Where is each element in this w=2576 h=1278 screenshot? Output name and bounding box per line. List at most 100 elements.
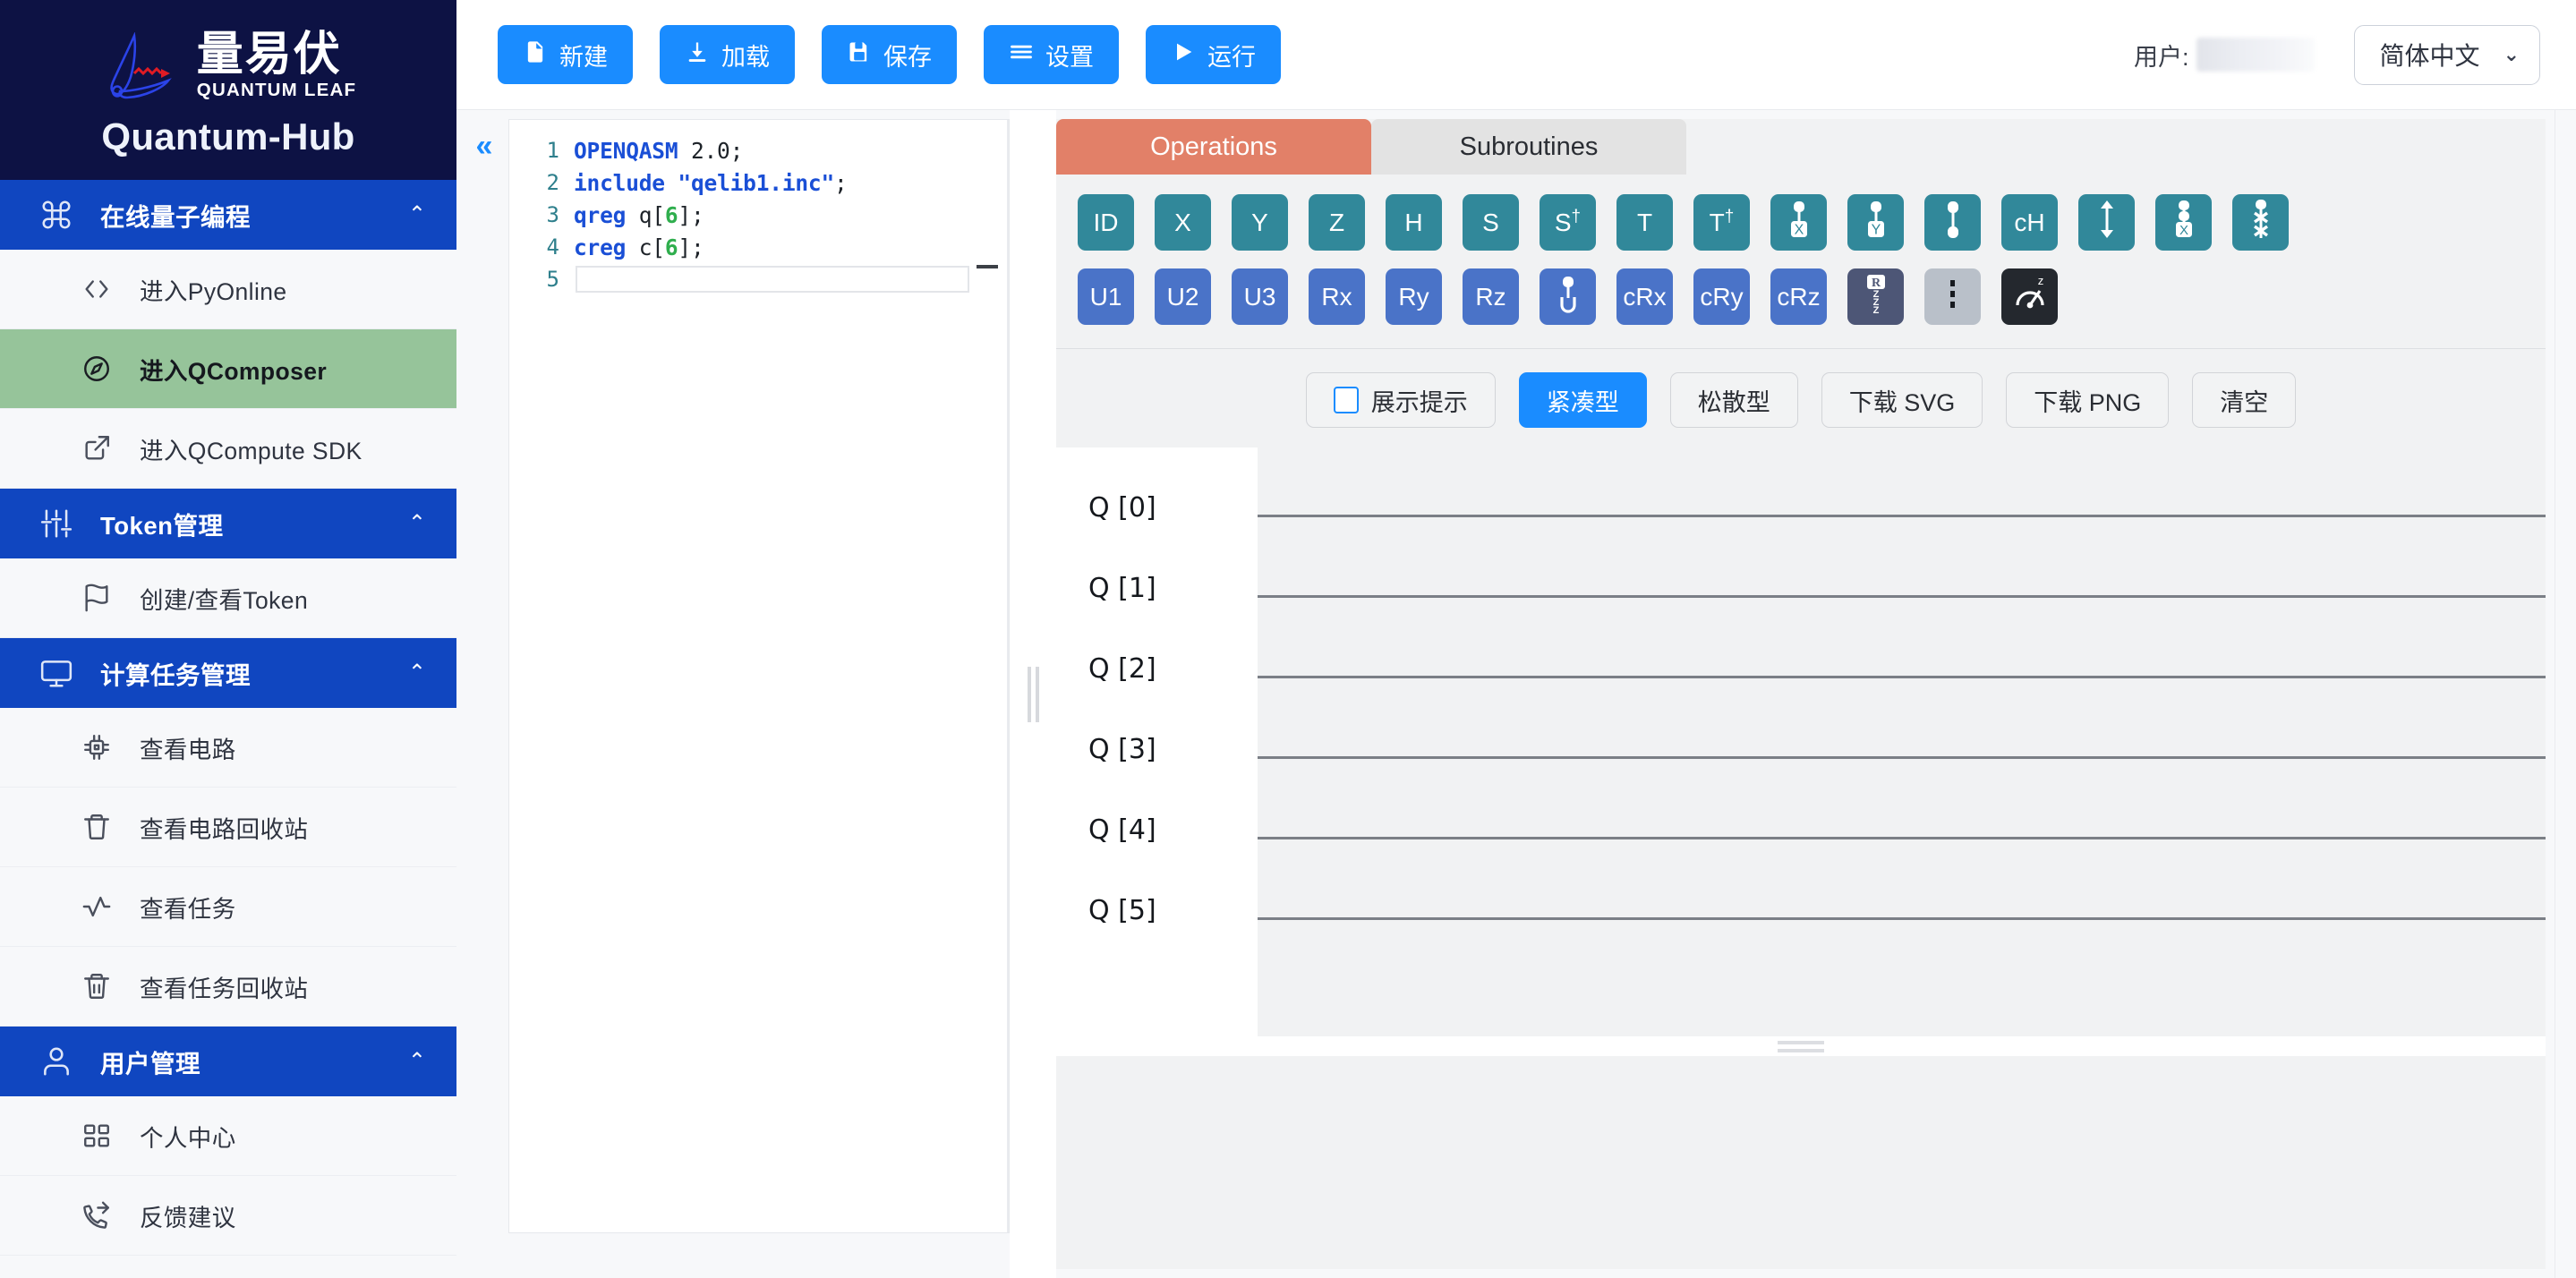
option-button-下载-SVG[interactable]: 下载 SVG bbox=[1821, 372, 1983, 428]
trash-bin-icon bbox=[79, 968, 115, 1004]
gate-ID[interactable]: ID bbox=[1078, 194, 1134, 251]
gate-Ry[interactable]: Ry bbox=[1386, 268, 1442, 325]
gate-H[interactable]: H bbox=[1386, 194, 1442, 251]
gate-barrier-icon[interactable] bbox=[1924, 268, 1981, 325]
gate-cu-icon[interactable] bbox=[1540, 268, 1596, 325]
sidebar-item-进入QCompute SDK[interactable]: 进入QCompute SDK bbox=[0, 409, 456, 489]
command-icon bbox=[39, 198, 81, 232]
code-line[interactable]: 1 OPENQASM 2.0; bbox=[509, 134, 1009, 166]
qubit-wire[interactable] bbox=[1258, 709, 2546, 789]
language-select[interactable]: 简体中文 ⌄ bbox=[2353, 24, 2540, 85]
sidebar-item-查看任务[interactable]: 查看任务 bbox=[0, 867, 456, 947]
gate-label: cH bbox=[2014, 208, 2045, 236]
horizontal-splitter[interactable] bbox=[1056, 1036, 2546, 1056]
gate-Z[interactable]: Z bbox=[1309, 194, 1365, 251]
qubit-wire[interactable] bbox=[1258, 467, 2546, 548]
gate-Rz[interactable]: Rz bbox=[1463, 268, 1519, 325]
sidebar-item-反馈建议[interactable]: 反馈建议 bbox=[0, 1176, 456, 1256]
sidebar-group-2[interactable]: 计算任务管理 ⌃ bbox=[0, 638, 456, 708]
svg-text:Y: Y bbox=[1871, 223, 1881, 238]
sidebar-group-0[interactable]: 在线量子编程 ⌃ bbox=[0, 180, 456, 250]
option-button-清空[interactable]: 清空 bbox=[2192, 372, 2297, 428]
qubit-wires[interactable] bbox=[1258, 447, 2546, 1036]
code-lines[interactable]: 1 OPENQASM 2.0; 2 include "qelib1.inc"; 3 qre… bbox=[509, 120, 1009, 295]
toolbar-button-加载[interactable]: 加载 bbox=[660, 25, 795, 84]
active-code-line[interactable] bbox=[576, 266, 969, 293]
sidebar-item-个人中心[interactable]: 个人中心 bbox=[0, 1096, 456, 1176]
sidebar-group-label: 计算任务管理 bbox=[100, 661, 251, 689]
sidebar-item-查看电路回收站[interactable]: 查看电路回收站 bbox=[0, 788, 456, 867]
code-line[interactable]: 2 include "qelib1.inc"; bbox=[509, 166, 1009, 199]
gate-T[interactable]: T bbox=[1616, 194, 1673, 251]
option-button-松散型[interactable]: 松散型 bbox=[1669, 372, 1798, 428]
vertical-splitter[interactable] bbox=[1010, 110, 1056, 1278]
sidebar-item-创建/查看Token[interactable]: 创建/查看Token bbox=[0, 558, 456, 638]
line-number: 2 bbox=[546, 170, 559, 195]
gate-toffoli-icon[interactable]: X bbox=[2155, 194, 2212, 251]
toolbar-button-运行[interactable]: 运行 bbox=[1146, 25, 1281, 84]
gate-cz-icon[interactable] bbox=[1924, 194, 1981, 251]
option-button-label: 下载 SVG bbox=[1848, 388, 1956, 416]
editor-scrollbar[interactable] bbox=[1007, 120, 1009, 1232]
option-button-label: 下载 PNG bbox=[2034, 388, 2142, 416]
cu-icon bbox=[1548, 273, 1588, 320]
tab-operations[interactable]: Operations bbox=[1056, 119, 1371, 175]
code-line[interactable]: 5 bbox=[509, 263, 1009, 295]
splitter-grip bbox=[1027, 666, 1039, 722]
option-button-紧凑型[interactable]: 紧凑型 bbox=[1518, 372, 1647, 428]
measure-z-icon: z bbox=[2010, 273, 2050, 320]
gate-Y[interactable]: Y bbox=[1232, 194, 1288, 251]
sidebar-group-label: 在线量子编程 bbox=[100, 203, 251, 231]
toolbar-button-新建[interactable]: 新建 bbox=[498, 25, 633, 84]
chevrons-left-icon[interactable]: « bbox=[476, 131, 493, 1278]
top-toolbar: 新建 加载 保存 设置 运行 用户: 简体中文 ⌄ bbox=[456, 0, 2576, 110]
gate-cnot-y-icon[interactable]: Y bbox=[1847, 194, 1904, 251]
code-line[interactable]: 3 qreg q[6]; bbox=[509, 199, 1009, 231]
gate-S[interactable]: S bbox=[1463, 194, 1519, 251]
sidebar-item-查看电路[interactable]: 查看电路 bbox=[0, 708, 456, 788]
gate-swap-icon[interactable] bbox=[2078, 194, 2135, 251]
qubit-wire[interactable] bbox=[1258, 789, 2546, 870]
sidebar-item-进入PyOnline[interactable]: 进入PyOnline bbox=[0, 250, 456, 329]
gate-cRz[interactable]: cRz bbox=[1770, 268, 1827, 325]
gate-T-dagger[interactable]: T† bbox=[1693, 194, 1750, 251]
toolbar-button-设置[interactable]: 设置 bbox=[984, 25, 1119, 84]
gate-Rx[interactable]: Rx bbox=[1309, 268, 1365, 325]
code-line[interactable]: 4 creg c[6]; bbox=[509, 231, 1009, 263]
chip-icon bbox=[79, 729, 115, 765]
gate-U2[interactable]: U2 bbox=[1155, 268, 1211, 325]
gate-rzz-icon[interactable]: RZZZ bbox=[1847, 268, 1904, 325]
sidebar-item-label: 查看电路 bbox=[140, 736, 236, 763]
gate-U1[interactable]: U1 bbox=[1078, 268, 1134, 325]
option-button-展示提示[interactable]: 展示提示 bbox=[1305, 372, 1496, 428]
svg-text:Z: Z bbox=[1872, 305, 1879, 314]
gate-U3[interactable]: U3 bbox=[1232, 268, 1288, 325]
gate-cRx[interactable]: cRx bbox=[1616, 268, 1673, 325]
gate-cnot-x-icon[interactable]: X bbox=[1770, 194, 1827, 251]
gate-measure-z-icon[interactable]: z bbox=[2001, 268, 2058, 325]
gate-cH[interactable]: cH bbox=[2001, 194, 2058, 251]
user-label: 用户: bbox=[2134, 43, 2189, 71]
sidebar-group-1[interactable]: Token管理 ⌃ bbox=[0, 489, 456, 558]
gate-X[interactable]: X bbox=[1155, 194, 1211, 251]
sidebar-group-3[interactable]: 用户管理 ⌃ bbox=[0, 1027, 456, 1096]
main-area: 新建 加载 保存 设置 运行 用户: 简体中文 ⌄ « 1 OPENQASM 2.0; 2 i… bbox=[456, 0, 2576, 1278]
circuit-canvas[interactable]: Q [0] Q [1] Q [2] Q [3] Q [4] Q [5] bbox=[1056, 447, 2546, 1036]
qasm-editor[interactable]: 1 OPENQASM 2.0; 2 include "qelib1.inc"; 3 qre… bbox=[508, 119, 1010, 1233]
tab-subroutines[interactable]: Subroutines bbox=[1371, 119, 1686, 175]
qubit-wire[interactable] bbox=[1258, 870, 2546, 950]
sidebar-item-label: 进入QComposer bbox=[140, 357, 328, 385]
sidebar-item-进入QComposer[interactable]: 进入QComposer bbox=[0, 329, 456, 409]
code-text: creg c[6]; bbox=[574, 234, 704, 260]
checkbox-icon[interactable] bbox=[1333, 387, 1359, 413]
gate-cRy[interactable]: cRy bbox=[1693, 268, 1750, 325]
results-panel bbox=[1056, 1056, 2546, 1269]
gate-fredkin-icon[interactable] bbox=[2232, 194, 2289, 251]
qubit-wire[interactable] bbox=[1258, 628, 2546, 709]
toolbar-button-保存[interactable]: 保存 bbox=[822, 25, 957, 84]
qubit-wire[interactable] bbox=[1258, 548, 2546, 628]
sidebar-item-查看任务回收站[interactable]: 查看任务回收站 bbox=[0, 947, 456, 1027]
activity-icon bbox=[79, 889, 115, 924]
option-button-下载-PNG[interactable]: 下载 PNG bbox=[2006, 372, 2170, 428]
gate-S-dagger[interactable]: S† bbox=[1540, 194, 1596, 251]
